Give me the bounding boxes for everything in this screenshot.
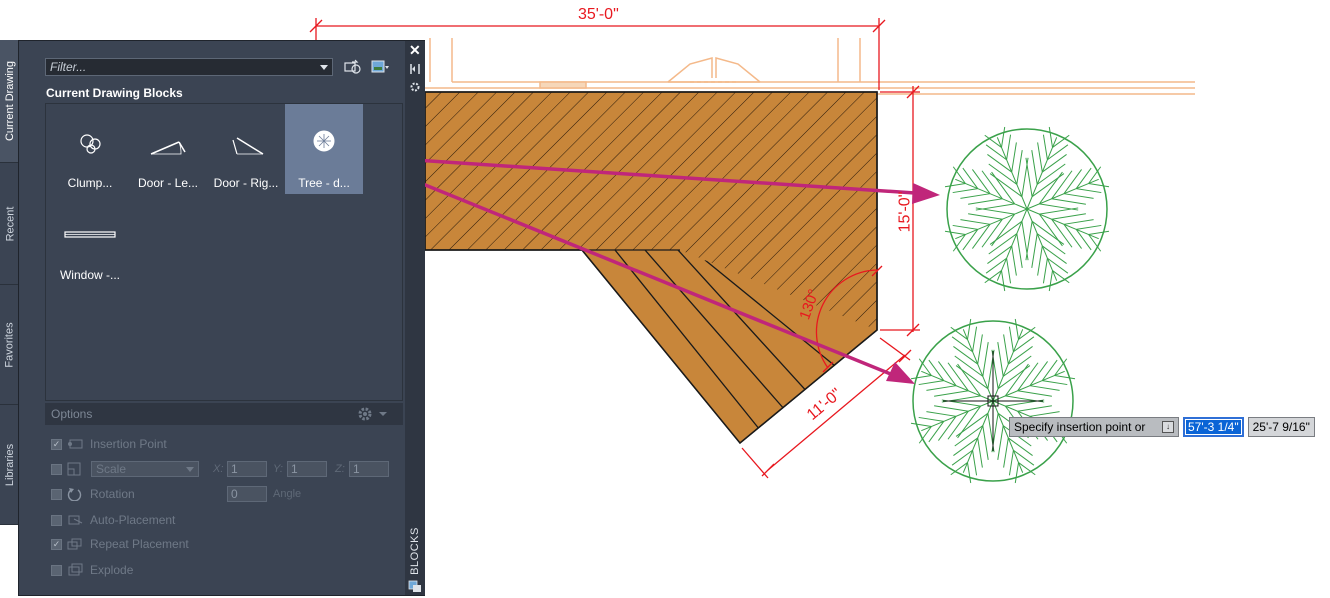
scale-icon (67, 462, 81, 476)
rotation-icon (67, 488, 82, 501)
scale-z-input[interactable]: 1 (349, 461, 389, 477)
house-outline (425, 38, 1195, 95)
gear-icon[interactable] (357, 406, 387, 422)
scale-select[interactable]: Scale (91, 461, 199, 477)
explode-checkbox[interactable] (51, 564, 62, 576)
scale-x-input[interactable]: 1 (227, 461, 267, 477)
properties-icon[interactable] (409, 81, 421, 93)
filter-dropdown-icon[interactable] (320, 64, 328, 70)
y-label: Y: (273, 463, 283, 475)
down-arrow-icon[interactable]: ↓ (1162, 421, 1174, 433)
options-header[interactable]: Options (45, 403, 403, 425)
dimension-width-top: 35'-0" (578, 6, 619, 23)
repeat-placement-checkbox[interactable]: ✓ (51, 538, 62, 550)
clump-icon (80, 134, 101, 154)
scale-checkbox[interactable] (51, 463, 62, 475)
explode-icon (68, 563, 83, 576)
tab-current-drawing[interactable]: Current Drawing (0, 40, 20, 163)
tab-libraries[interactable]: Libraries (0, 405, 20, 525)
insertion-point-checkbox[interactable]: ✓ (51, 438, 62, 450)
auto-hide-icon[interactable] (409, 63, 421, 75)
option-insertion-point[interactable]: ✓ Insertion Point (51, 435, 167, 453)
blocks-gallery: Clump... Door - Le... Door - Rig... Tree… (45, 103, 403, 401)
block-item-tree[interactable]: Tree - d... (285, 104, 363, 194)
command-prompt: Specify insertion point or ↓ (1009, 417, 1179, 437)
angle-label: Angle (273, 488, 302, 500)
block-item-clump[interactable]: Clump... (51, 104, 129, 194)
palette-main: Filter... Current Drawing Blocks Clump..… (31, 41, 403, 595)
tab-favorites[interactable]: Favorites (0, 285, 20, 405)
block-label: Door - Le... (137, 176, 199, 190)
block-item-door-right[interactable]: Door - Rig... (207, 104, 285, 194)
block-label: Clump... (67, 176, 113, 190)
window-icon (64, 231, 116, 238)
tree-symbol-placed[interactable] (944, 126, 1110, 292)
tab-recent[interactable]: Recent (0, 163, 20, 285)
blocks-palette-icon (408, 580, 421, 592)
scale-dropdown-icon (186, 467, 194, 472)
options-panel: Options ✓ Insertion Point Scale X: 1 Y: … (45, 403, 403, 593)
door-left-icon (150, 141, 186, 155)
x-label: X: (213, 463, 224, 475)
tree-icon (313, 130, 335, 152)
dimension-height-right: 15'-0" (896, 191, 914, 233)
deck-hatch (424, 91, 878, 445)
auto-placement-icon (68, 515, 83, 525)
option-rotation[interactable]: Rotation (51, 485, 135, 503)
block-item-window[interactable]: Window -... (51, 196, 129, 286)
rotation-angle-input[interactable]: 0 (227, 486, 267, 502)
option-explode[interactable]: Explode (51, 561, 133, 579)
option-repeat-placement[interactable]: ✓ Repeat Placement (51, 535, 189, 553)
dynamic-input-tooltip: Specify insertion point or ↓ 57'-3 1/4" … (1009, 417, 1315, 437)
block-item-door-left[interactable]: Door - Le... (129, 104, 207, 194)
close-icon[interactable]: ✕ (409, 43, 421, 57)
palette-title-bar[interactable]: ✕ BLOCKS (405, 41, 425, 595)
block-label: Tree - d... (298, 176, 350, 190)
x-coordinate-input[interactable]: 57'-3 1/4" (1183, 417, 1244, 437)
door-right-icon (232, 137, 264, 155)
block-label: Window -... (59, 268, 120, 282)
palette-title: BLOCKS (409, 527, 422, 575)
z-label: Z: (335, 463, 345, 475)
repeat-placement-icon (67, 538, 82, 550)
insertion-point-icon (68, 439, 83, 449)
option-auto-placement[interactable]: Auto-Placement (51, 511, 175, 529)
rotation-checkbox[interactable] (51, 488, 62, 500)
thumbnail-view-icon[interactable] (371, 59, 389, 75)
browse-block-icon[interactable] (344, 59, 362, 75)
block-label: Door - Rig... (213, 176, 279, 190)
option-scale[interactable] (51, 460, 90, 478)
filter-input[interactable]: Filter... (45, 58, 333, 76)
auto-placement-checkbox[interactable] (51, 514, 62, 526)
blocks-palette: Filter... Current Drawing Blocks Clump..… (18, 40, 425, 596)
section-title: Current Drawing Blocks (46, 86, 183, 100)
scale-y-input[interactable]: 1 (287, 461, 327, 477)
y-coordinate-input[interactable]: 25'-7 9/16" (1247, 417, 1315, 437)
